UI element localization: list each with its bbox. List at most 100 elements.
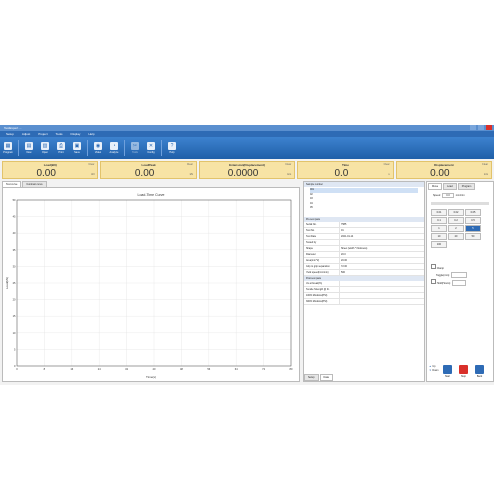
load-time-chart: Load-Time Curve Time(s) Load(kN) 0 8 16 24 3… xyxy=(5,193,293,379)
clamp-checkbox[interactable] xyxy=(431,264,436,269)
tab-program[interactable]: Program xyxy=(457,183,476,190)
help-button[interactable]: ? Help xyxy=(164,137,180,159)
up-icon: ▲ xyxy=(429,365,432,368)
tab-setup[interactable]: Setup xyxy=(304,374,319,381)
speed-slider[interactable] xyxy=(431,202,489,205)
tools-button[interactable]: ✂ Tools xyxy=(127,137,143,159)
x-tick-label: 56 xyxy=(207,367,210,371)
property-key: Grip to grip separation xyxy=(306,265,330,268)
speed-input[interactable]: 0.0 xyxy=(442,193,454,198)
save-label: Save xyxy=(74,151,80,154)
clear-button[interactable]: Clear xyxy=(187,163,193,166)
readout-label: Extension(Displacement) xyxy=(229,163,265,167)
readout-unit: mm xyxy=(483,173,489,176)
tab-load[interactable]: Load xyxy=(443,183,457,190)
chart-grid xyxy=(16,199,292,367)
property-value[interactable]: 20.00 xyxy=(339,258,424,263)
clamp-row: Clamp xyxy=(431,264,489,272)
clear-button[interactable]: Clear xyxy=(88,163,94,166)
property-value[interactable]: 20.0 xyxy=(339,252,424,257)
open-button[interactable]: ▥ Open xyxy=(37,137,53,159)
x-axis-label: Time(s) xyxy=(146,375,156,379)
speed-preset-button[interactable]: 1 xyxy=(431,225,447,232)
speed-preset-button[interactable]: 0.01 xyxy=(431,209,447,216)
property-value[interactable]: 7585 xyxy=(339,222,424,227)
speed-preset-button[interactable]: 5 xyxy=(465,225,481,232)
speed-preset-button[interactable]: 50 xyxy=(465,233,481,240)
save-button[interactable]: ▣ Save xyxy=(69,137,85,159)
stop-label: Stop xyxy=(461,375,466,378)
x-tick-label: 48 xyxy=(180,367,183,371)
x-tick-label: 64 xyxy=(235,367,238,371)
speed-preset-button[interactable]: 20 xyxy=(448,233,464,240)
property-value[interactable]: Sheet (width * thickness) xyxy=(339,246,424,251)
program-label: Program xyxy=(3,151,13,154)
open-label: Open xyxy=(41,151,49,154)
hold-input[interactable] xyxy=(451,280,466,287)
maximize-button[interactable] xyxy=(478,125,484,130)
up-button[interactable]: ▲ Up xyxy=(429,365,439,368)
speed-preset-button[interactable]: 0.02 xyxy=(448,209,464,216)
speed-unit: mm/min xyxy=(455,194,465,197)
speed-preset-button[interactable]: 0.5 xyxy=(465,217,481,224)
x-tick-label: 72 xyxy=(262,367,265,371)
help-label: Help xyxy=(169,151,175,154)
analyze-button[interactable]: ◔ Analyze xyxy=(106,137,122,159)
ribbon-divider xyxy=(124,140,125,156)
start-label: Start xyxy=(444,375,451,378)
tab-move[interactable]: Move xyxy=(428,183,443,190)
clear-button[interactable]: Clear xyxy=(482,163,488,166)
x-tick-label: 24 xyxy=(98,367,101,371)
y-tick-label: 10 xyxy=(13,331,16,335)
clear-button[interactable]: Clear xyxy=(285,163,291,166)
down-button[interactable]: ▼ Down xyxy=(429,369,439,372)
program-button[interactable]: ▦ Program xyxy=(0,137,16,159)
hold-checkbox[interactable] xyxy=(431,279,436,284)
config-button[interactable]: ✕ Config xyxy=(143,137,159,159)
readout-value: 0.00 xyxy=(134,168,155,179)
speed-preset-button[interactable]: 2 xyxy=(448,225,464,232)
speed-preset-button[interactable]: 0.2 xyxy=(448,217,464,224)
close-button[interactable] xyxy=(486,125,492,130)
new-button[interactable]: ▤ New xyxy=(21,137,37,159)
down-label: Down xyxy=(432,369,439,372)
y-tick-label: 15 xyxy=(13,314,16,318)
property-value[interactable]: 2021-01-14 xyxy=(339,234,424,239)
stop-button[interactable]: Stop xyxy=(457,365,471,379)
start-button[interactable]: Start xyxy=(441,365,455,379)
clear-button[interactable]: Clear xyxy=(384,163,390,166)
tools-icon: ✂ xyxy=(131,142,139,150)
y-tick-label: 35 xyxy=(13,248,16,252)
back-button[interactable]: Back xyxy=(473,365,487,379)
speed-preset-button[interactable]: 10 xyxy=(431,233,447,240)
print-button[interactable]: ⎙ Print xyxy=(53,137,69,159)
property-value[interactable]: 500 xyxy=(339,270,424,275)
property-value[interactable]: 72.00 xyxy=(339,264,424,269)
speed-preset-button[interactable]: 0.05 xyxy=(465,209,481,216)
speed-preset-button[interactable]: 0.1 xyxy=(431,217,447,224)
property-key: Shape xyxy=(306,247,313,250)
chart-panel: Load-Time Curve Time(s) Load(kN) 0 8 16 24 3… xyxy=(2,187,300,382)
new-label: New xyxy=(26,151,32,154)
start-icon xyxy=(443,365,452,374)
readout-value: 0.0000 xyxy=(227,168,259,179)
y-axis-label: Load(kN) xyxy=(5,277,9,289)
tab-data[interactable]: Data xyxy=(319,374,333,381)
clamp-label: Clamp xyxy=(436,267,444,270)
readout-value: 0.00 xyxy=(430,168,450,179)
minimize-button[interactable] xyxy=(470,125,476,130)
readout-value: 0.00 xyxy=(36,168,56,179)
readout-value: 0.0 xyxy=(334,168,349,179)
jog-group: ▲ Up ▼ Down xyxy=(429,365,439,379)
sample-item[interactable]: 05 xyxy=(310,206,418,211)
property-key: Test Date xyxy=(306,235,317,238)
speed-preset-button[interactable]: 100 xyxy=(431,241,447,248)
property-value[interactable] xyxy=(339,240,424,245)
toggle-input[interactable] xyxy=(450,272,467,279)
readout-unit: mm xyxy=(287,173,292,176)
y-tick-label: 30 xyxy=(13,264,16,268)
property-value[interactable]: 01 xyxy=(339,228,424,233)
y-tick-label: 5 xyxy=(14,347,16,351)
stop-icon xyxy=(459,365,468,374)
video-button[interactable]: ◉ Video xyxy=(90,137,106,159)
